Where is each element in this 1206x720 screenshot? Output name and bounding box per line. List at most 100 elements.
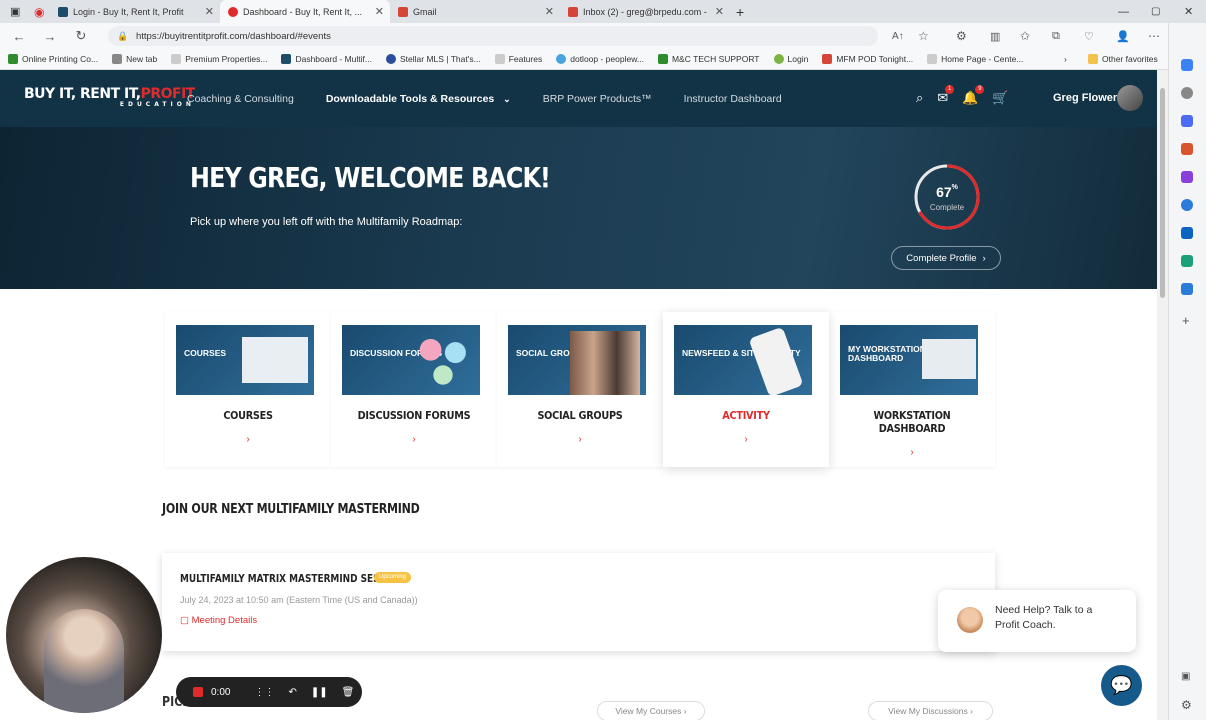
new-tab-icon[interactable]: +: [736, 4, 744, 20]
split-screen-icon[interactable]: ▥: [990, 30, 1000, 43]
notifications-bell-icon[interactable]: 🔔 9: [962, 85, 985, 106]
pause-icon[interactable]: ❚❚: [311, 687, 328, 698]
avatar[interactable]: [1117, 85, 1143, 111]
add-icon[interactable]: +: [1182, 313, 1190, 328]
back-icon[interactable]: ←: [8, 29, 30, 44]
extensions-icon[interactable]: ⚙: [956, 29, 967, 43]
drop-icon[interactable]: [1181, 255, 1193, 267]
close-tab-icon[interactable]: ✕: [205, 5, 214, 18]
close-window-icon[interactable]: ✕: [1184, 5, 1193, 18]
bookmark-item[interactable]: Online Printing Co...: [8, 54, 98, 64]
card-activity[interactable]: NEWSFEED & SITE ACTIVITY ACTIVITY ›: [663, 312, 829, 467]
search-icon[interactable]: [1181, 87, 1193, 99]
office-icon[interactable]: [1181, 199, 1193, 211]
outlook-icon[interactable]: [1181, 227, 1193, 239]
event-card[interactable]: MULTIFAMILY MATRIX MASTERMIND SESSION Up…: [162, 553, 995, 651]
card-image-text: COURSES: [184, 348, 227, 358]
complete-profile-button[interactable]: Complete Profile ›: [891, 246, 1001, 270]
stop-recording-button[interactable]: [193, 687, 203, 697]
tab-login[interactable]: Login - Buy It, Rent It, Profit ✕: [50, 0, 220, 23]
tab-gmail[interactable]: Gmail ✕: [390, 0, 560, 23]
bookmark-item[interactable]: Home Page - Cente...: [927, 54, 1023, 64]
bookmark-item[interactable]: dotloop - peoplew...: [556, 54, 644, 64]
bookmark-item[interactable]: Features: [494, 54, 542, 64]
bookmark-label: M&C TECH SUPPORT: [671, 54, 760, 64]
page-scrollbar[interactable]: [1157, 70, 1168, 720]
card-social-groups[interactable]: SOCIAL GROUPS SOCIAL GROUPS ›: [497, 312, 663, 467]
maximize-icon[interactable]: ▢: [1151, 6, 1160, 17]
messages-icon[interactable]: ✉ 1: [937, 85, 955, 106]
nav-instructor-dashboard[interactable]: Instructor Dashboard: [684, 93, 782, 105]
nav-downloadable-tools[interactable]: Downloadable Tools & Resources ⌄: [326, 93, 511, 105]
bookmark-item[interactable]: New tab: [112, 54, 157, 64]
card-title: WORKSTATION DASHBOARD: [873, 409, 951, 435]
collections-icon[interactable]: ⧉: [1052, 30, 1060, 43]
view-my-courses-button[interactable]: View My Courses ›: [597, 701, 705, 720]
bookmark-item[interactable]: M&C TECH SUPPORT: [657, 54, 760, 64]
sidebar-layout-icon[interactable]: ▣: [1181, 671, 1190, 682]
shopping-icon[interactable]: [1181, 115, 1193, 127]
printing-icon: [8, 54, 18, 64]
search-icon[interactable]: ⌕: [916, 90, 923, 106]
undo-icon[interactable]: ↶: [288, 687, 296, 698]
close-tab-icon[interactable]: ✕: [375, 5, 384, 18]
tools-icon[interactable]: [1181, 143, 1193, 155]
grid-icon[interactable]: ⋮⋮: [254, 687, 274, 698]
meeting-details-link[interactable]: ▢ Meeting Details: [180, 615, 257, 626]
card-discussion-forums[interactable]: DISCUSSION FORUMS DISCUSSION FORUMS ›: [331, 312, 497, 467]
card-title: ACTIVITY: [722, 409, 770, 422]
folder-icon: [1088, 54, 1098, 64]
record-favicon-icon: [228, 6, 238, 17]
other-favorites[interactable]: Other favorites: [1088, 54, 1158, 64]
favorite-star-icon[interactable]: ☆: [918, 29, 929, 43]
help-popup[interactable]: Need Help? Talk to a Profit Coach.: [938, 590, 1136, 652]
window-menu-icon[interactable]: ▣: [10, 5, 24, 18]
trash-icon[interactable]: 🗑: [342, 687, 355, 698]
messages-badge: 1: [945, 85, 955, 94]
card-courses[interactable]: COURSES COURSES ›: [165, 312, 331, 467]
view-my-discussions-button[interactable]: View My Discussions ›: [868, 701, 993, 720]
nav-label: Downloadable Tools & Resources: [325, 93, 495, 105]
settings-icon[interactable]: ⚙: [1181, 698, 1192, 712]
site-logo[interactable]: BUY IT, RENT IT,PROFIT EDUCATION: [24, 86, 195, 108]
cart-icon[interactable]: 🛒: [992, 90, 1008, 106]
bookmark-item[interactable]: Dashboard - Multif...: [281, 54, 372, 64]
record-icon[interactable]: ◉: [34, 5, 50, 19]
card-workstation-dashboard[interactable]: MY WORKSTATION DASHBOARD WORKSTATION DAS…: [829, 312, 995, 467]
minimize-icon[interactable]: —: [1118, 6, 1129, 18]
bookmark-item[interactable]: Login: [773, 54, 808, 64]
card-title: SOCIAL GROUPS: [537, 409, 623, 422]
close-tab-icon[interactable]: ✕: [715, 5, 724, 18]
refresh-icon[interactable]: ↻: [70, 28, 92, 44]
performance-icon[interactable]: ♡: [1084, 30, 1094, 43]
button-label: View My Discussions: [888, 706, 968, 716]
nav-coaching[interactable]: Coaching & Consulting: [187, 93, 294, 105]
bookmark-item[interactable]: MFM POD Tonight...: [822, 54, 913, 64]
bookmark-item[interactable]: Stellar MLS | That's...: [386, 54, 481, 64]
tab-inbox[interactable]: Inbox (2) - greg@brpedu.com - ✕: [560, 0, 730, 23]
games-icon[interactable]: [1181, 171, 1193, 183]
forward-icon[interactable]: →: [39, 29, 61, 44]
chat-button[interactable]: 💬: [1101, 665, 1142, 706]
notification-bell-icon[interactable]: [1181, 59, 1193, 71]
scrollbar-thumb[interactable]: [1160, 88, 1165, 298]
chat-bubble-icon: 💬: [1110, 675, 1133, 695]
bookmark-item[interactable]: Premium Properties...: [171, 54, 267, 64]
user-name[interactable]: Greg Flower: [1053, 92, 1117, 104]
chevron-right-icon[interactable]: ›: [1064, 54, 1067, 64]
welcome-hero: HEY GREG, WELCOME BACK! Pick up where yo…: [0, 127, 1157, 289]
tab-dashboard[interactable]: Dashboard - Buy It, Rent It, ... ✕: [220, 0, 390, 23]
lock-icon: 🔒: [117, 30, 129, 41]
favorites-icon[interactable]: ✩: [1020, 29, 1030, 43]
main-nav: Coaching & Consulting Downloadable Tools…: [187, 93, 782, 105]
profile-icon[interactable]: 👤: [1116, 30, 1130, 43]
chevron-right-icon: ›: [744, 434, 748, 445]
url-field[interactable]: 🔒 https://buyitrentitprofit.com/dashboar…: [108, 26, 878, 46]
read-aloud-icon[interactable]: A↑: [892, 31, 904, 42]
more-menu-icon[interactable]: ⋯: [1148, 29, 1160, 43]
designer-icon[interactable]: [1181, 283, 1193, 295]
nav-brp-power-products[interactable]: BRP Power Products™: [543, 93, 652, 105]
close-tab-icon[interactable]: ✕: [545, 5, 554, 18]
webcam-overlay: [6, 557, 162, 713]
event-title[interactable]: MULTIFAMILY MATRIX MASTERMIND SESSION: [180, 573, 404, 585]
